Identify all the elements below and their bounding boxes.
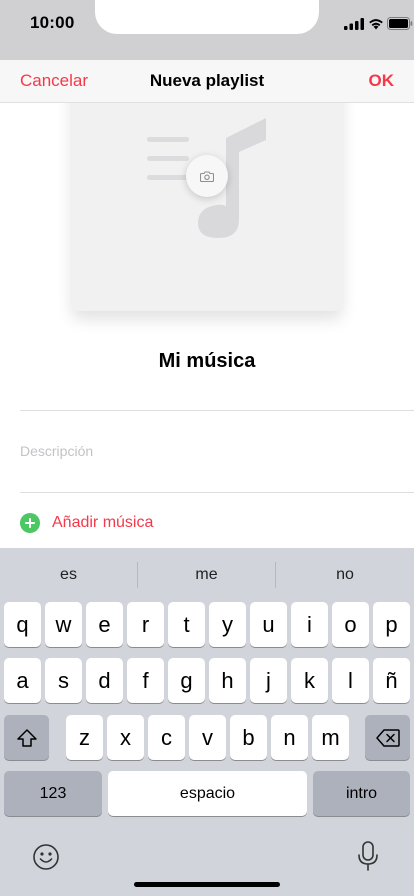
suggestion-item[interactable]: me: [138, 548, 275, 602]
add-music-button[interactable]: Añadir música: [20, 510, 153, 536]
key-j[interactable]: j: [250, 658, 287, 703]
key-v[interactable]: v: [189, 715, 226, 760]
key-q[interactable]: q: [4, 602, 41, 647]
key-z[interactable]: z: [66, 715, 103, 760]
add-icon: [20, 513, 40, 533]
page-title: Nueva playlist: [149, 71, 265, 90]
key-w[interactable]: w: [45, 602, 82, 647]
battery-icon: [387, 17, 413, 30]
numbers-key[interactable]: 123: [4, 771, 102, 816]
suggestion-bar: es me no: [0, 548, 414, 602]
key-n[interactable]: n: [271, 715, 308, 760]
key-t[interactable]: t: [168, 602, 205, 647]
signal-icon: [344, 18, 364, 30]
status-time: 10:00: [30, 13, 75, 32]
home-indicator: [134, 882, 280, 887]
divider: [20, 410, 414, 411]
divider: [20, 492, 414, 493]
camera-icon: [200, 170, 214, 182]
key-n-tilde[interactable]: ñ: [373, 658, 410, 703]
status-bar: 10:00: [0, 0, 414, 60]
key-b[interactable]: b: [230, 715, 267, 760]
shift-icon: [16, 728, 37, 747]
new-playlist-screen: 10:00 Cancelar Nueva playlist OK Mi músi…: [0, 0, 414, 896]
microphone-icon[interactable]: [356, 840, 380, 872]
key-a[interactable]: a: [4, 658, 41, 703]
notch: [95, 0, 319, 34]
ok-button[interactable]: OK: [369, 71, 395, 91]
navigation-bar: Cancelar Nueva playlist OK: [0, 60, 414, 103]
keyboard: es me no q w e r t y u i o p a s d f g h…: [0, 548, 414, 896]
return-key[interactable]: intro: [313, 771, 410, 816]
delete-key[interactable]: [365, 715, 410, 760]
wifi-icon: [369, 19, 383, 30]
emoji-icon[interactable]: [32, 843, 60, 871]
key-k[interactable]: k: [291, 658, 328, 703]
key-h[interactable]: h: [209, 658, 246, 703]
suggestion-item[interactable]: es: [0, 548, 137, 602]
playlist-name[interactable]: Mi música: [0, 350, 414, 373]
playlist-artwork[interactable]: [72, 80, 342, 311]
key-m[interactable]: m: [312, 715, 349, 760]
key-u[interactable]: u: [250, 602, 287, 647]
key-i[interactable]: i: [291, 602, 328, 647]
space-key[interactable]: espacio: [108, 771, 307, 816]
description-field[interactable]: [20, 431, 394, 471]
shift-key[interactable]: [4, 715, 49, 760]
key-f[interactable]: f: [127, 658, 164, 703]
key-x[interactable]: x: [107, 715, 144, 760]
key-r[interactable]: r: [127, 602, 164, 647]
add-music-label: Añadir música: [52, 514, 154, 531]
key-s[interactable]: s: [45, 658, 82, 703]
key-c[interactable]: c: [148, 715, 185, 760]
camera-button[interactable]: [186, 155, 228, 197]
suggestion-item[interactable]: no: [276, 548, 414, 602]
key-g[interactable]: g: [168, 658, 205, 703]
key-p[interactable]: p: [373, 602, 410, 647]
key-d[interactable]: d: [86, 658, 123, 703]
key-o[interactable]: o: [332, 602, 369, 647]
key-y[interactable]: y: [209, 602, 246, 647]
delete-icon: [375, 728, 400, 747]
key-l[interactable]: l: [332, 658, 369, 703]
key-e[interactable]: e: [86, 602, 123, 647]
